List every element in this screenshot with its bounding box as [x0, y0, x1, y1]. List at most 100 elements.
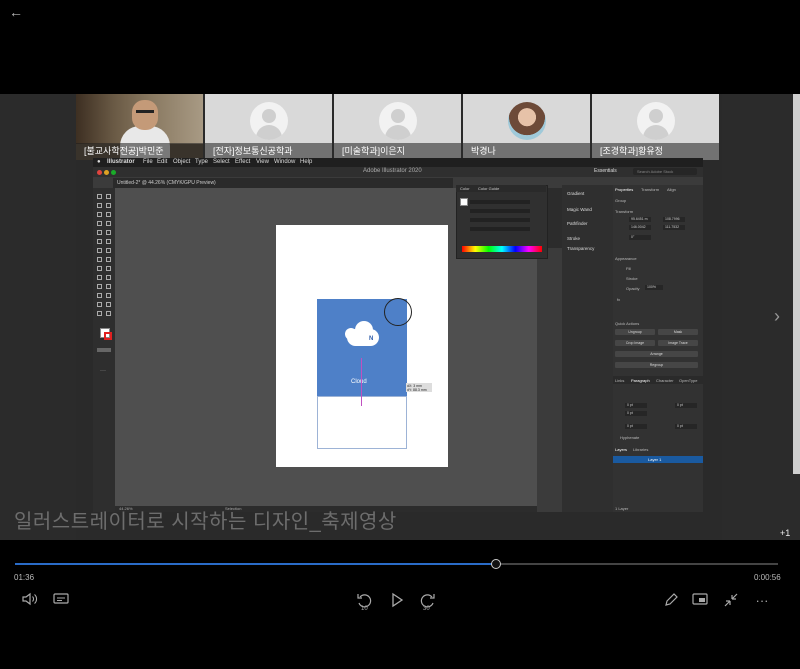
close-window-icon[interactable] [97, 170, 102, 175]
more-options-icon[interactable]: ··· [752, 592, 772, 610]
panel-magic-wand[interactable]: Magic Wand [567, 207, 592, 212]
shaper-tool-icon[interactable] [97, 239, 102, 244]
play-button[interactable] [387, 592, 407, 610]
overflow-participants-count[interactable]: +1 [780, 528, 790, 538]
width-tool-icon[interactable] [97, 257, 102, 262]
first-line-indent-field[interactable]: 0 pt [625, 411, 647, 416]
paintbrush-tool-icon[interactable] [106, 230, 111, 235]
menu-effect[interactable]: Effect [235, 159, 250, 165]
tab-libraries[interactable]: Libraries [633, 447, 648, 452]
rectangle-tool-icon[interactable] [97, 230, 102, 235]
menu-select[interactable]: Select [213, 159, 230, 165]
rewind-button[interactable]: 10 [355, 592, 375, 612]
effects-button[interactable]: fx [617, 297, 620, 302]
hyphenate-checkbox[interactable]: Hyphenate [620, 435, 639, 440]
right-indent-field[interactable]: 0 pt [675, 403, 697, 408]
picture-in-picture-icon[interactable] [690, 592, 710, 610]
space-after-field[interactable]: 0 pt [675, 424, 697, 429]
tab-opentype[interactable]: OpenType [679, 378, 697, 383]
hand-tool-icon[interactable] [97, 311, 102, 316]
tab-color-guide[interactable]: Color Guide [478, 186, 499, 191]
free-transform-tool-icon[interactable] [106, 257, 111, 262]
more-tools-icon[interactable]: ··· [100, 368, 106, 374]
y-field[interactable]: 146.0042 [629, 225, 651, 230]
tab-color[interactable]: Color [460, 186, 470, 191]
minimize-window-icon[interactable] [104, 170, 109, 175]
left-indent-field[interactable]: 0 pt [625, 403, 647, 408]
document-tab[interactable]: Untitled-2* @ 44.26% (CMYK/GPU Preview) [117, 180, 216, 186]
panel-pathfinder[interactable]: Pathfinder [567, 221, 588, 226]
stroke-swatch-icon[interactable] [104, 332, 112, 340]
ellipse-shape[interactable] [384, 298, 412, 326]
line-tool-icon[interactable] [106, 221, 111, 226]
image-trace-button[interactable]: Image Trace [658, 340, 698, 346]
menu-window[interactable]: Window [274, 159, 295, 165]
menu-view[interactable]: View [256, 159, 269, 165]
selection-tool-icon[interactable] [97, 194, 102, 199]
tab-properties[interactable]: Properties [615, 187, 633, 192]
crop-image-button[interactable]: Crop Image [615, 340, 655, 346]
color-spectrum[interactable] [462, 246, 542, 252]
ungroup-button[interactable]: Ungroup [615, 329, 655, 335]
slice-tool-icon[interactable] [106, 302, 111, 307]
menu-type[interactable]: Type [195, 159, 208, 165]
participant-tile[interactable]: [조경학과]황유정 [592, 94, 719, 160]
stock-search-input[interactable]: Search Adobe Stock [633, 168, 697, 175]
layer-row[interactable]: Layer 1 [613, 456, 703, 463]
panel-transparency[interactable]: Transparency [567, 246, 594, 251]
menu-help[interactable]: Help [300, 159, 312, 165]
rotate-field[interactable]: 0° [629, 235, 651, 240]
progress-scrubber[interactable] [490, 559, 501, 569]
exit-fullscreen-icon[interactable] [721, 592, 741, 610]
back-arrow-button[interactable]: ← [6, 2, 26, 22]
menu-file[interactable]: File [143, 159, 153, 165]
h-field[interactable]: 111.7532 [663, 225, 685, 230]
black-slider[interactable] [470, 227, 530, 231]
tab-layers[interactable]: Layers [615, 447, 627, 452]
eyedropper-tool-icon[interactable] [97, 284, 102, 289]
type-tool-icon[interactable] [97, 221, 102, 226]
tab-character[interactable]: Character [656, 378, 674, 383]
participant-tile[interactable]: [불교사학전공]박민준 [76, 94, 203, 160]
selection-bounding-box[interactable] [317, 396, 407, 449]
lasso-tool-icon[interactable] [106, 203, 111, 208]
yellow-slider[interactable] [470, 218, 530, 222]
tab-transform[interactable]: Transform [641, 187, 659, 192]
opacity-field[interactable]: 100% [645, 285, 663, 290]
color-fill-swatch[interactable] [460, 198, 468, 206]
pen-icon[interactable] [661, 592, 681, 610]
artboard-tool-icon[interactable] [97, 302, 102, 307]
panel-gradient[interactable]: Gradient [567, 191, 584, 196]
menu-app[interactable]: Illustrator [107, 159, 135, 165]
menu-edit[interactable]: Edit [157, 159, 167, 165]
eraser-tool-icon[interactable] [106, 239, 111, 244]
tab-links[interactable]: Links [615, 378, 624, 383]
arrange-button[interactable]: Arrange [615, 351, 698, 357]
curvature-tool-icon[interactable] [106, 212, 111, 217]
participant-tile[interactable]: 박경나 [463, 94, 590, 160]
mesh-tool-icon[interactable] [97, 275, 102, 280]
tab-align[interactable]: Align [667, 187, 676, 192]
participant-tile[interactable]: [미술학과]이은지 [334, 94, 461, 160]
space-before-field[interactable]: 0 pt [625, 424, 647, 429]
regroup-button[interactable]: Regroup [615, 362, 698, 368]
blend-tool-icon[interactable] [106, 284, 111, 289]
chevron-right-icon[interactable]: › [774, 306, 780, 327]
x-field[interactable]: 95.6451 m [629, 217, 651, 222]
captions-icon[interactable] [51, 592, 71, 610]
cyan-slider[interactable] [470, 200, 530, 204]
maximize-window-icon[interactable] [111, 170, 116, 175]
forward-button[interactable]: 30 [417, 592, 437, 612]
magic-wand-tool-icon[interactable] [97, 203, 102, 208]
rotate-tool-icon[interactable] [97, 248, 102, 253]
scale-tool-icon[interactable] [106, 248, 111, 253]
workspace-switcher[interactable]: Essentials [594, 168, 617, 174]
volume-icon[interactable] [20, 592, 40, 610]
mask-button[interactable]: Mask [658, 329, 698, 335]
draw-mode-icon[interactable] [97, 348, 111, 352]
shape-builder-tool-icon[interactable] [97, 266, 102, 271]
zoom-tool-icon[interactable] [106, 311, 111, 316]
tab-paragraph[interactable]: Paragraph [631, 378, 650, 383]
menu-object[interactable]: Object [173, 159, 190, 165]
magenta-slider[interactable] [470, 209, 530, 213]
